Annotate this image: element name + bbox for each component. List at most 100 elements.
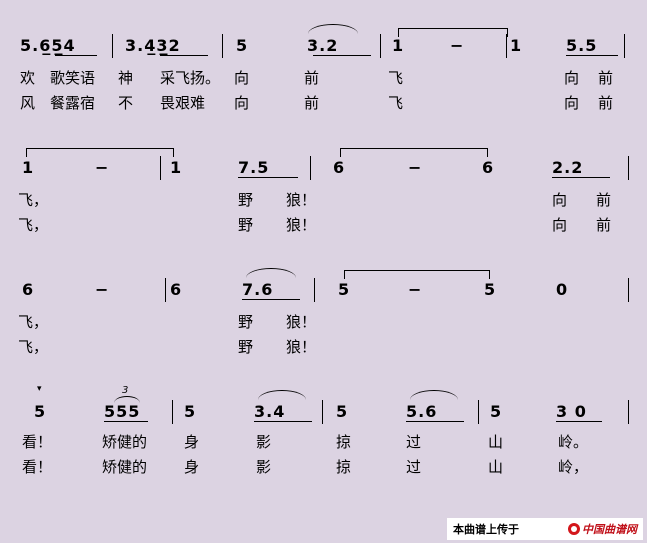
lyric: 矫健的 <box>102 433 148 451</box>
watermark-text: 本曲谱上传于 <box>453 523 519 536</box>
lyric: 飞， <box>18 216 49 234</box>
lyric: 掠 <box>336 458 352 476</box>
lyric: 狼！ <box>286 338 317 356</box>
note: 3.4̲3̲2 <box>125 36 181 55</box>
barline <box>310 156 311 180</box>
tie <box>258 390 306 400</box>
lyric: 神 <box>118 69 134 87</box>
beam <box>238 177 298 178</box>
beam <box>160 55 208 56</box>
note: 5 <box>338 280 351 299</box>
note: − <box>95 158 110 177</box>
barline <box>322 400 323 424</box>
lyric: 岭， <box>558 458 589 476</box>
lyric: 前 <box>304 69 320 87</box>
note: − <box>408 280 423 299</box>
barline <box>506 34 507 58</box>
lyric: 前 <box>598 69 614 87</box>
barline <box>628 156 629 180</box>
bracket <box>340 148 488 157</box>
note: 1 <box>392 36 405 55</box>
beam <box>254 421 312 422</box>
lyric: 过 <box>406 433 422 451</box>
note: 5.6̲5̲4 <box>20 36 76 55</box>
note: 5 <box>184 402 197 421</box>
note: − <box>450 36 465 55</box>
note: 6 <box>333 158 346 177</box>
lyric: 前 <box>304 94 320 112</box>
barline <box>165 278 166 302</box>
lyric: 向 <box>234 94 250 112</box>
beam <box>104 421 148 422</box>
accent-mark: ▾ <box>37 384 42 394</box>
lyric: 矫健的 <box>102 458 148 476</box>
lyric: 掠 <box>336 433 352 451</box>
note: 5 <box>34 402 47 421</box>
lyric: 前 <box>598 94 614 112</box>
note: 2.2 <box>552 158 584 177</box>
beam <box>313 55 371 56</box>
tie <box>114 396 140 403</box>
lyric: 欢 <box>20 69 36 87</box>
note: − <box>408 158 423 177</box>
note: 1 <box>22 158 35 177</box>
note: 3 0 <box>556 402 587 421</box>
note: 7.6 <box>242 280 274 299</box>
lyric: 狼！ <box>286 191 317 209</box>
lyric: 向 <box>234 69 250 87</box>
note: 3.4 <box>254 402 286 421</box>
note: − <box>95 280 110 299</box>
beam <box>55 55 97 56</box>
triplet-mark: 3 <box>122 385 129 396</box>
lyric: 飞， <box>18 191 49 209</box>
note: 1 <box>510 36 523 55</box>
site-logo: 中国曲谱网 <box>568 521 637 537</box>
lyric: 野 <box>238 216 254 234</box>
barline <box>172 400 173 424</box>
barline <box>628 400 629 424</box>
beam <box>552 177 610 178</box>
note: 5 <box>484 280 497 299</box>
lyric: 前 <box>596 216 612 234</box>
note: 5 <box>236 36 249 55</box>
beam <box>556 421 602 422</box>
bracket <box>344 270 490 279</box>
upload-watermark: 本曲谱上传于 中国曲谱网 <box>447 518 643 540</box>
beam <box>242 299 300 300</box>
barline <box>314 278 315 302</box>
lyric: 影 <box>256 433 272 451</box>
lyric: 狼！ <box>286 216 317 234</box>
lyric: 岭。 <box>558 433 589 451</box>
barline <box>478 400 479 424</box>
note: 6 <box>22 280 35 299</box>
lyric: 采飞扬。 <box>160 69 221 87</box>
beam <box>566 55 618 56</box>
lyric: 畏艰难 <box>160 94 206 112</box>
barline <box>112 34 113 58</box>
note: 555 <box>104 402 141 421</box>
note: 5.6 <box>406 402 438 421</box>
lyric: 狼！ <box>286 313 317 331</box>
barline <box>222 34 223 58</box>
note: 7.5 <box>238 158 270 177</box>
note: 1 <box>170 158 183 177</box>
lyric: 向 <box>564 69 580 87</box>
lyric: 向 <box>552 216 568 234</box>
note: 3.2 <box>307 36 339 55</box>
barline <box>160 156 161 180</box>
note: 5.5 <box>566 36 598 55</box>
note: 5 <box>490 402 503 421</box>
lyric: 野 <box>238 338 254 356</box>
lyric: 餐露宿 <box>50 94 96 112</box>
lyric: 向 <box>552 191 568 209</box>
barline <box>380 34 381 58</box>
lyric: 飞 <box>388 69 404 87</box>
lyric: 影 <box>256 458 272 476</box>
beam <box>406 421 464 422</box>
lyric: 过 <box>406 458 422 476</box>
barline <box>628 278 629 302</box>
lyric: 飞， <box>18 313 49 331</box>
lyric: 歌笑语 <box>50 69 96 87</box>
lyric: 身 <box>184 433 200 451</box>
tie <box>308 24 358 34</box>
